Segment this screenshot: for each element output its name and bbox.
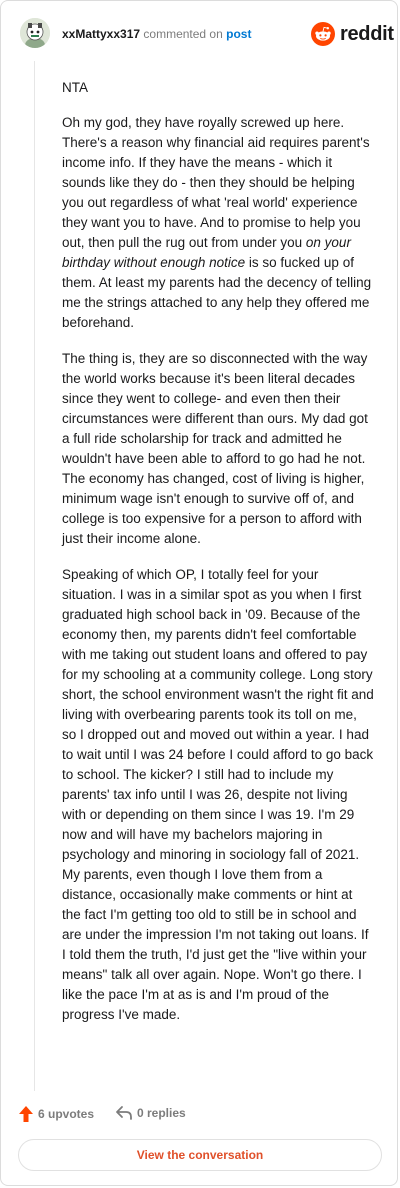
reddit-logo-icon [311, 22, 335, 46]
comment-paragraph-1: NTA [62, 80, 88, 95]
commented-on-text: commented on [143, 27, 223, 41]
comment-paragraph-3: The thing is, they are so disconnected w… [62, 351, 368, 546]
avatar[interactable] [20, 18, 50, 48]
thread-line [34, 61, 35, 1091]
comment-body: NTA Oh my god, they have royally screwed… [62, 78, 374, 1041]
upvote-button[interactable]: 6 upvotes [18, 1105, 94, 1123]
comment-footer: 6 upvotes 0 replies [18, 1105, 378, 1125]
comment-card: xxMattyxx317 commented on post reddit NT… [0, 0, 398, 1186]
post-link[interactable]: post [226, 27, 251, 41]
reply-arrow-icon [116, 1106, 132, 1120]
avatar-icon [20, 18, 50, 48]
comment-paragraph-4: Speaking of which OP, I totally feel for… [62, 567, 374, 1022]
upvote-arrow-icon [19, 1106, 33, 1122]
reddit-wordmark: reddit [340, 22, 394, 45]
comment-meta: xxMattyxx317 commented on post [62, 26, 251, 42]
reddit-brand[interactable]: reddit [311, 21, 394, 47]
comment-paragraph-2: Oh my god, they have royally screwed up … [62, 113, 374, 333]
view-conversation-button[interactable]: View the conversation [18, 1139, 382, 1171]
paragraph-2-text-start: Oh my god, they have royally screwed up … [62, 115, 370, 250]
username-link[interactable]: xxMattyxx317 [62, 27, 140, 41]
comment-header: xxMattyxx317 commented on post reddit [1, 1, 397, 65]
reply-count: 0 replies [137, 1106, 186, 1120]
upvote-count: 6 upvotes [38, 1107, 95, 1121]
reply-button[interactable]: 0 replies [115, 1105, 186, 1121]
